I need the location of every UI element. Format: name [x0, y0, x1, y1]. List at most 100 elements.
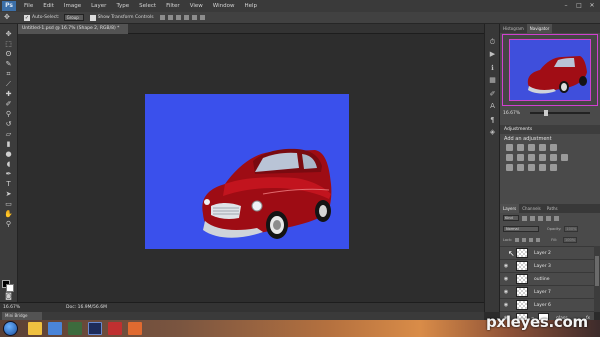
path-select-tool-icon[interactable]: ➤	[4, 190, 13, 198]
fill-input[interactable]: 100%	[563, 237, 578, 243]
zoom-tool-icon[interactable]: ⚲	[4, 220, 13, 228]
type-tool-icon[interactable]: T	[4, 180, 13, 188]
exposure-icon[interactable]	[539, 144, 546, 151]
eye-icon[interactable]: ◉	[503, 302, 509, 308]
navigator-zoom-value[interactable]: 16.67%	[503, 111, 520, 116]
app-taskbar-icon[interactable]	[108, 322, 122, 335]
menu-filter[interactable]: Filter	[161, 3, 185, 9]
browser-taskbar-icon[interactable]	[48, 322, 62, 335]
lock-pixels-icon[interactable]	[522, 238, 527, 242]
menu-view[interactable]: View	[185, 3, 208, 9]
menu-help[interactable]: Help	[239, 3, 262, 9]
tab-channels[interactable]: Channels	[519, 204, 544, 213]
healing-brush-tool-icon[interactable]: ✚	[4, 90, 13, 98]
eye-icon[interactable]: ◉	[503, 276, 509, 282]
styles-icon[interactable]: ◈	[488, 128, 497, 136]
navigator-preview[interactable]	[502, 34, 598, 106]
color-lookup-icon[interactable]	[561, 154, 568, 161]
eraser-tool-icon[interactable]: ▱	[4, 130, 13, 138]
maximize-icon[interactable]: □	[574, 1, 584, 10]
shape-tool-icon[interactable]: ▭	[4, 200, 13, 208]
lock-position-icon[interactable]	[529, 238, 534, 242]
pen-tool-icon[interactable]: ✒	[4, 170, 13, 178]
auto-select-dropdown[interactable]: Group	[63, 14, 84, 21]
tab-layers[interactable]: Layers	[500, 204, 520, 213]
photo-filter-icon[interactable]	[539, 154, 546, 161]
align-left-icon[interactable]	[183, 15, 189, 20]
marquee-tool-icon[interactable]: ⬚	[4, 40, 13, 48]
document-canvas[interactable]	[145, 94, 349, 249]
mini-bridge-tab[interactable]: Mini Bridge	[2, 312, 42, 320]
close-icon[interactable]: ✕	[587, 1, 597, 10]
status-zoom-value[interactable]: 16.67%	[3, 304, 33, 311]
brush-tool-icon[interactable]: ✐	[4, 100, 13, 108]
character-icon[interactable]: A	[488, 102, 497, 110]
menu-layer[interactable]: Layer	[86, 3, 111, 9]
pixel-filter-icon[interactable]	[522, 215, 527, 221]
explorer-taskbar-icon[interactable]	[28, 322, 42, 335]
history-icon[interactable]: ⏱	[488, 38, 497, 46]
align-middle-icon[interactable]	[167, 15, 173, 20]
adjustment-filter-icon[interactable]	[530, 215, 535, 221]
scrollbar-thumb[interactable]	[595, 256, 599, 286]
brush-presets-icon[interactable]: ✐	[488, 90, 497, 98]
quick-select-tool-icon[interactable]: ✎	[4, 60, 13, 68]
align-top-icon[interactable]	[159, 15, 165, 20]
auto-select-checkbox[interactable]: ✓	[24, 14, 30, 21]
levels-icon[interactable]	[517, 144, 524, 151]
document-tab[interactable]: Untitled-1.psd @ 16.7% (Shape 2, RGB/8) …	[18, 24, 128, 34]
eyedropper-tool-icon[interactable]: ⟋	[4, 80, 13, 88]
crop-tool-icon[interactable]: ⌗	[4, 70, 13, 78]
curves-icon[interactable]	[528, 144, 535, 151]
properties-icon[interactable]: ℹ	[488, 64, 497, 72]
photoshop-taskbar-icon[interactable]	[88, 322, 102, 335]
eye-icon[interactable]: ◉	[503, 289, 509, 295]
transform-controls-checkbox[interactable]	[89, 14, 96, 21]
paragraph-icon[interactable]: ¶	[488, 116, 497, 124]
tab-navigator[interactable]: Navigator	[526, 24, 553, 33]
adjustments-header[interactable]: Adjustments	[500, 125, 600, 134]
navigator-zoom-slider[interactable]	[530, 110, 591, 116]
minimize-icon[interactable]: –	[561, 1, 571, 10]
zoom-slider-knob[interactable]	[544, 110, 549, 116]
selective-color-icon[interactable]	[550, 164, 557, 171]
lasso-tool-icon[interactable]: ʘ	[4, 50, 13, 58]
blend-mode-dropdown[interactable]: Normal	[503, 226, 539, 232]
move-tool-icon[interactable]: ✥	[4, 13, 18, 22]
canvas-area[interactable]	[18, 34, 484, 302]
shape-filter-icon[interactable]	[546, 215, 551, 221]
lock-transparency-icon[interactable]	[515, 238, 520, 242]
menu-type[interactable]: Type	[111, 3, 134, 9]
tab-histogram[interactable]: Histogram	[500, 24, 527, 33]
quick-mask-icon[interactable]: ◙	[4, 292, 13, 300]
layers-scrollbar[interactable]	[594, 246, 600, 312]
menu-window[interactable]: Window	[208, 3, 240, 9]
layer-row[interactable]: ◉ Layer 6	[500, 298, 594, 311]
history-brush-tool-icon[interactable]: ↺	[4, 120, 13, 128]
background-color-swatch[interactable]	[6, 284, 14, 292]
menu-file[interactable]: File	[19, 3, 38, 9]
layer-kind-filter[interactable]: Kind	[503, 215, 519, 221]
smart-object-filter-icon[interactable]	[554, 215, 559, 221]
vibrance-icon[interactable]	[550, 144, 557, 151]
layer-row[interactable]: ◉ Layer 7	[500, 285, 594, 298]
eye-icon[interactable]: ◉	[503, 263, 509, 269]
gradient-map-icon[interactable]	[539, 164, 546, 171]
actions-icon[interactable]: ▶	[488, 50, 497, 58]
status-doc-size[interactable]: Doc: 16.9M/56.6M	[66, 304, 107, 311]
menu-image[interactable]: Image	[59, 3, 86, 9]
align-right-icon[interactable]	[199, 15, 205, 20]
menu-edit[interactable]: Edit	[38, 3, 59, 9]
posterize-icon[interactable]	[517, 164, 524, 171]
color-balance-icon[interactable]	[517, 154, 524, 161]
threshold-icon[interactable]	[528, 164, 535, 171]
hue-saturation-icon[interactable]	[506, 154, 513, 161]
clone-stamp-tool-icon[interactable]: ⚲	[4, 110, 13, 118]
brightness-contrast-icon[interactable]	[506, 144, 513, 151]
align-center-icon[interactable]	[191, 15, 197, 20]
menu-select[interactable]: Select	[134, 3, 161, 9]
hand-tool-icon[interactable]: ✋	[4, 210, 13, 218]
layer-row[interactable]: ◉ Layer 3	[500, 259, 594, 272]
dodge-tool-icon[interactable]: ◖	[4, 160, 13, 168]
opacity-input[interactable]: 100%	[564, 226, 579, 232]
